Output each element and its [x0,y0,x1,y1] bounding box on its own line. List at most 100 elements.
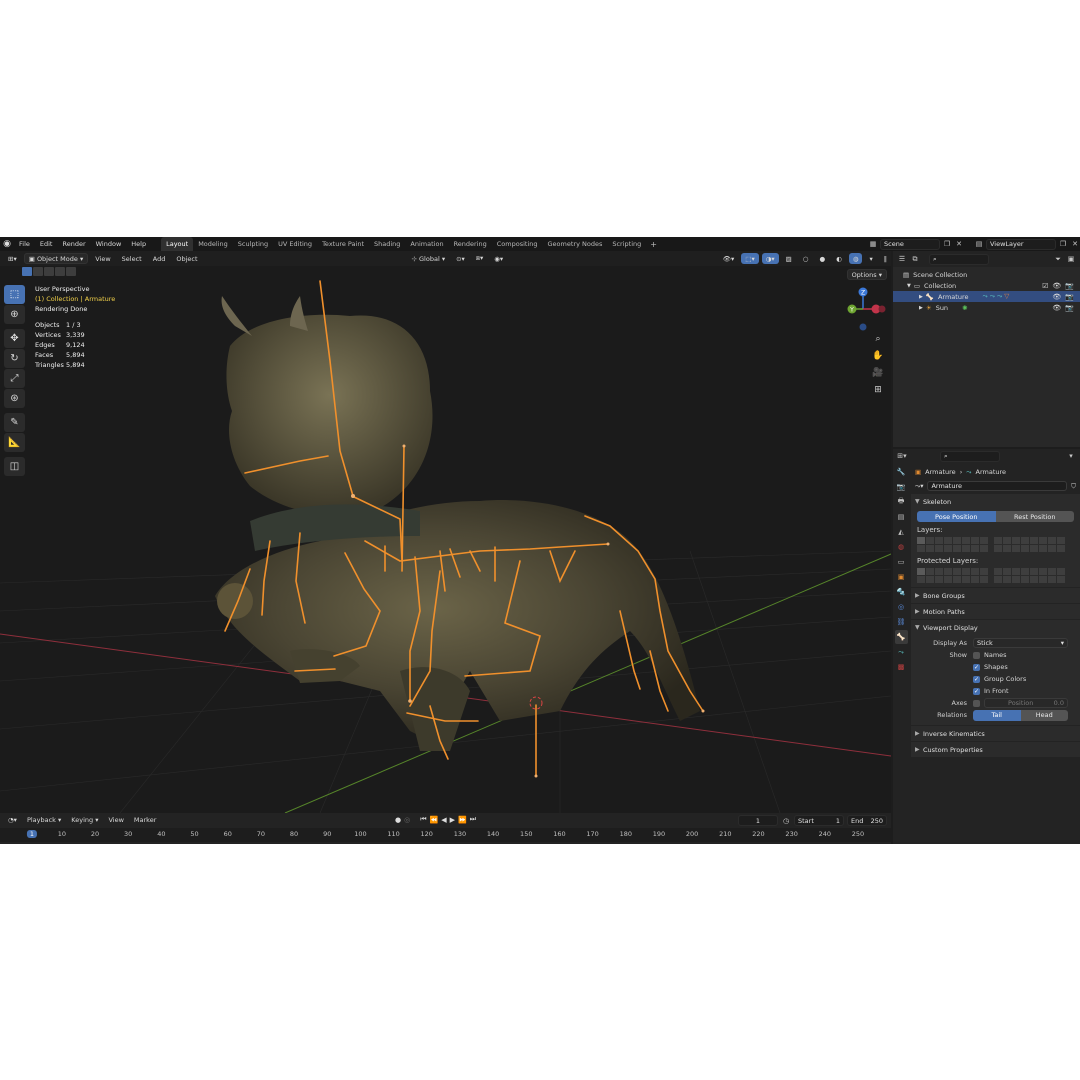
select-new-icon[interactable] [22,267,32,276]
tab-uv-editing[interactable]: UV Editing [273,237,317,251]
layer-block-2[interactable] [994,537,1065,552]
eye-icon[interactable]: 👁 [1052,293,1061,301]
tab-geometry-nodes[interactable]: Geometry Nodes [543,237,608,251]
select-extend-icon[interactable] [33,267,43,276]
axes-position-field[interactable]: Position 0.0 [984,698,1068,708]
scene-icon[interactable]: ▦ [868,239,878,249]
shading-wireframe-icon[interactable]: ○ [799,253,813,264]
camera-view-icon[interactable]: 🎥 [872,367,884,379]
tab-sculpting[interactable]: Sculpting [233,237,273,251]
expand-arrow-icon[interactable]: ▶ [919,294,923,300]
exclude-checkbox-icon[interactable]: ☑ [1042,282,1048,290]
keyframe-icon[interactable]: ◎ [404,816,410,824]
clock-icon[interactable]: ◷ [781,816,791,826]
select-intersect-icon[interactable] [66,267,76,276]
menu-select[interactable]: Select [118,253,146,264]
menu-help[interactable]: Help [126,237,151,251]
properties-editor-type-icon[interactable]: ⊞▾ [897,451,907,461]
viewport-display-panel-header[interactable]: ▼ Viewport Display [911,620,1080,635]
rotate-tool-icon[interactable]: ↻ [4,349,25,368]
relations-head-button[interactable]: Head [1020,709,1068,721]
outliner-editor-type-icon[interactable]: ☰ [897,254,907,264]
shading-rendered-icon[interactable]: ◍ [848,253,863,264]
texture-tab-icon[interactable]: ▩ [895,660,908,674]
display-mode-icon[interactable]: ⧉ [910,254,920,264]
inverse-kinematics-panel-header[interactable]: ▶ Inverse Kinematics [911,726,1080,741]
tab-modeling[interactable]: Modeling [193,237,233,251]
axes-checkbox[interactable] [973,699,980,707]
modifier-tab-icon[interactable]: 🔩 [895,585,908,599]
collection-tab-icon[interactable]: ▭ [895,555,908,569]
motion-paths-panel-header[interactable]: ▶ Motion Paths [911,604,1080,619]
view-layer-icon[interactable]: ▤ [974,239,984,249]
tab-texture-paint[interactable]: Texture Paint [317,237,369,251]
camera-render-icon[interactable]: 📷 [1065,293,1074,301]
outliner-row-collection[interactable]: ▼ ▭ Collection ☑ 👁 📷 [893,280,1080,291]
menu-window[interactable]: Window [91,237,127,251]
options-dropdown[interactable]: Options ▾ [846,269,887,280]
display-as-dropdown[interactable]: Stick ▾ [973,638,1068,648]
scene-remove-icon[interactable]: ✕ [954,239,964,249]
menu-timeline-view[interactable]: View [104,815,127,826]
blender-logo-icon[interactable]: ◉ [0,237,14,251]
tab-compositing[interactable]: Compositing [492,237,543,251]
layer-block-1[interactable] [917,537,988,552]
protected-layer-block-1[interactable] [917,568,988,583]
menu-file[interactable]: File [14,237,35,251]
transform-tool-icon[interactable]: ⊛ [4,389,25,408]
view-layer-copy-icon[interactable]: ❐ [1058,239,1068,249]
select-subtract-icon[interactable] [44,267,54,276]
armature-data-icon[interactable]: ⤳▾ [915,482,923,491]
select-difference-icon[interactable] [55,267,65,276]
menu-keying[interactable]: Keying ▾ [67,815,102,826]
3d-viewport[interactable]: ⊞▾ ▣ Object Mode ▾ View Select Add Objec… [0,251,891,813]
output-tab-icon[interactable]: 🖶 [895,495,908,509]
pose-position-button[interactable]: Pose Position [917,511,996,522]
zoom-icon[interactable]: ⌕ [872,333,884,345]
start-frame-field[interactable]: Start 1 [794,815,844,826]
custom-properties-panel-header[interactable]: ▶ Custom Properties [911,742,1080,757]
menu-object[interactable]: Object [172,253,201,264]
shading-material-icon[interactable]: ◐ [832,253,846,264]
tab-layout[interactable]: Layout [161,237,194,251]
record-icon[interactable]: ● [395,816,401,824]
view-layer-tab-icon[interactable]: ▤ [895,510,908,524]
world-tab-icon[interactable]: ◍ [895,540,908,554]
transform-orientation[interactable]: ⊹ Global ▾ [408,253,450,264]
scene-copy-icon[interactable]: ❐ [942,239,952,249]
relations-tail-button[interactable]: Tail [973,709,1021,721]
pan-hand-icon[interactable]: ✋ [872,350,884,362]
timeline-editor[interactable]: ◔▾ Playback ▾ Keying ▾ View Marker ● ◎ ⏮… [0,813,891,844]
render-tab-icon[interactable]: 📷 [895,480,908,494]
object-tab-icon[interactable]: ▣ [895,570,908,584]
names-checkbox[interactable] [973,651,980,659]
editor-type-icon[interactable]: ⊞▾ [4,253,21,264]
timeline-ruler[interactable]: 1 10 20 30 40 50 60 70 80 90 100 110 120 130 140 150 160… [0,828,891,842]
menu-edit[interactable]: Edit [35,237,58,251]
jump-start-icon[interactable]: ⏮ [420,815,426,824]
constraints-tab-icon[interactable]: ⛓ [895,615,908,629]
menu-marker[interactable]: Marker [130,815,160,826]
shading-solid-icon[interactable]: ● [815,253,829,264]
visibility-icon[interactable]: 👁▾ [719,253,739,264]
rest-position-button[interactable]: Rest Position [995,511,1074,522]
measure-tool-icon[interactable]: 📐 [4,433,25,452]
tab-animation[interactable]: Animation [405,237,448,251]
end-frame-field[interactable]: End 250 [847,815,887,826]
camera-render-icon[interactable]: 📷 [1065,282,1074,290]
menu-playback[interactable]: Playback ▾ [23,815,65,826]
bone-tab-icon[interactable]: ⤳ [895,645,908,659]
skeleton-panel-header[interactable]: ▼ Skeleton [911,494,1080,509]
armature-data-tab-icon[interactable]: 🦴 [894,630,908,644]
jump-end-icon[interactable]: ⏭ [470,815,476,824]
tab-shading[interactable]: Shading [369,237,405,251]
annotate-tool-icon[interactable]: ✎ [4,413,25,432]
prev-keyframe-icon[interactable]: ⏪ [430,816,439,824]
scale-tool-icon[interactable]: ⤢ [4,369,25,388]
snap-icon[interactable]: ⧈▾ [472,253,487,264]
menu-view[interactable]: View [91,253,114,264]
overlay-toggle-icon[interactable]: ◑▾ [761,253,779,264]
datablock-name-field[interactable]: Armature [927,481,1068,491]
in-front-checkbox[interactable]: ✓ [973,687,980,695]
outliner-row-scene-collection[interactable]: ▤ Scene Collection [893,269,1080,280]
